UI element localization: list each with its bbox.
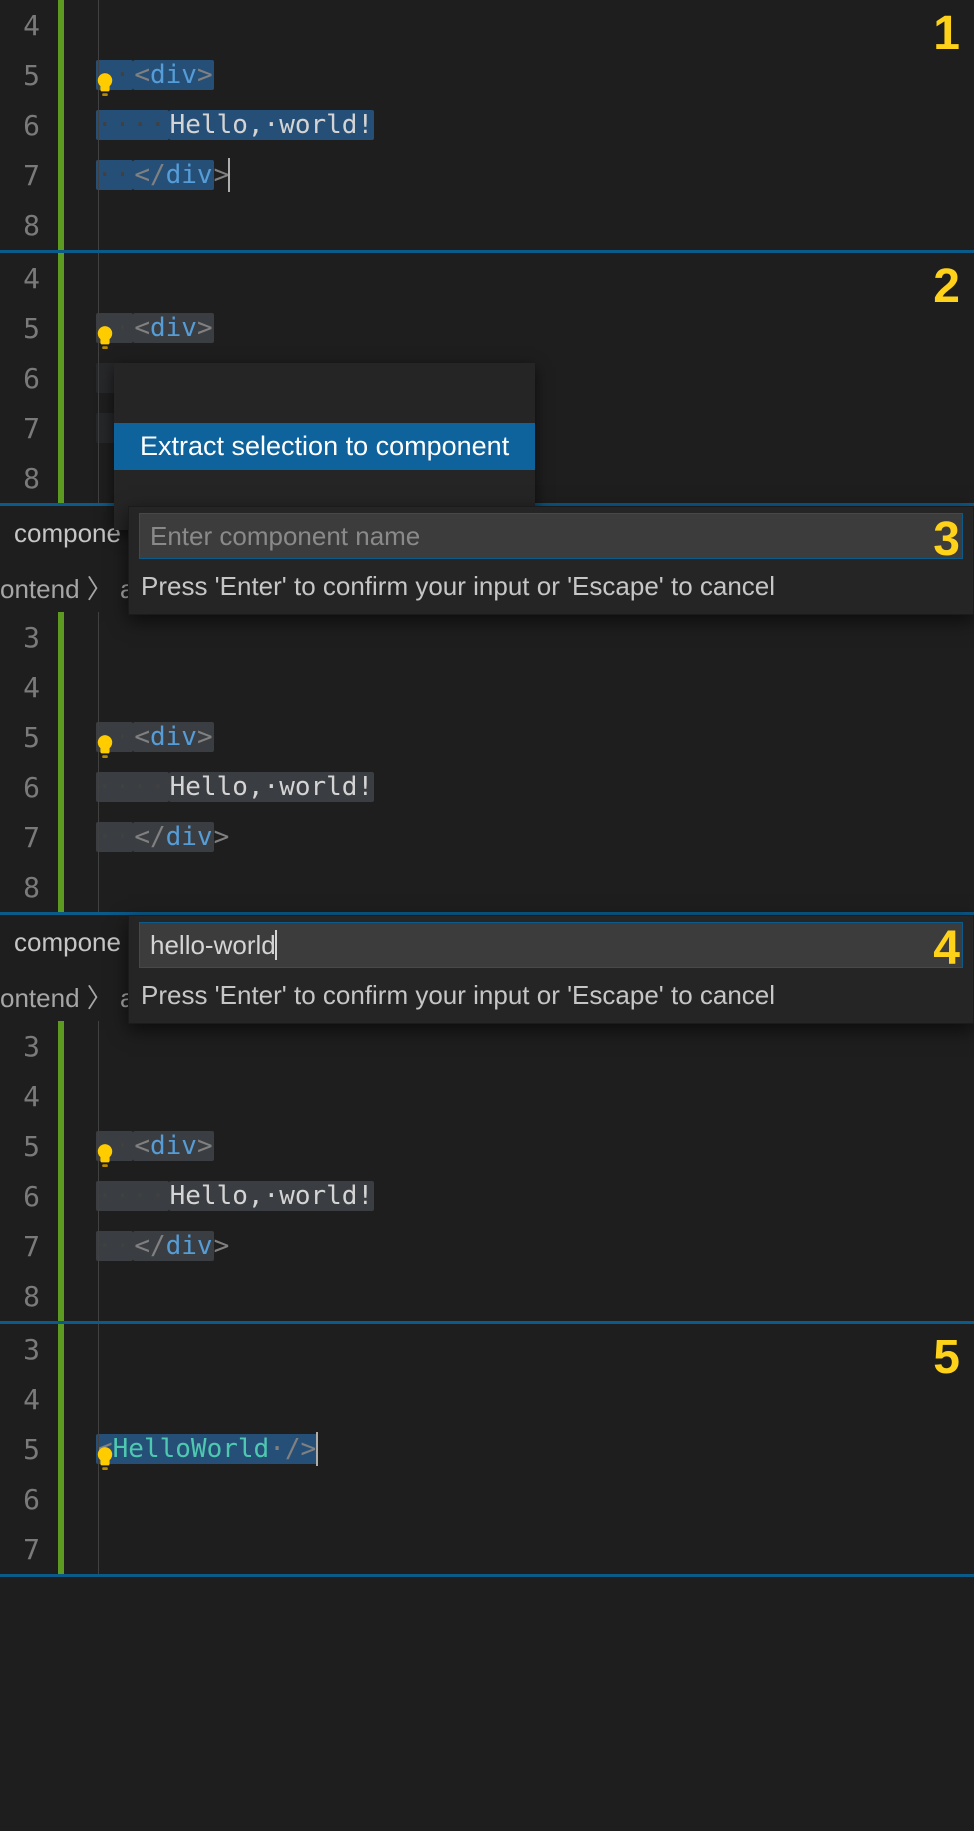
line-number: 3 xyxy=(0,1333,48,1366)
modified-indicator xyxy=(58,862,64,912)
line-number: 7 xyxy=(0,1230,48,1263)
line-number: 4 xyxy=(0,9,48,42)
modified-indicator xyxy=(58,812,64,862)
code-editor[interactable]: 3 4 5 6 7 8 ··<div> ····Hello,·world! ··… xyxy=(0,612,974,912)
modified-indicator xyxy=(58,403,64,453)
command-input-popup: hello-world Press 'Enter' to confirm you… xyxy=(128,915,974,1024)
code-area[interactable]: ··<div> ····Hello,·world! ··</div> xyxy=(96,0,974,250)
modified-indicator xyxy=(58,1374,64,1424)
code-action-menu: Extract selection to component xyxy=(114,363,535,530)
code-area[interactable]: <HelloWorld·/> xyxy=(96,1324,974,1574)
line-number: 6 xyxy=(0,1180,48,1213)
gutter: 3 4 5 6 7 8 xyxy=(0,612,96,912)
text-cursor xyxy=(228,158,230,192)
modified-indicator xyxy=(58,1021,64,1071)
line-number: 6 xyxy=(0,771,48,804)
step-number: 3 xyxy=(933,512,960,567)
line-number: 4 xyxy=(0,671,48,704)
step-1-panel: 1 4 5 6 7 8 ··<div> ····Hello,·world! ··… xyxy=(0,0,974,253)
modified-indicator xyxy=(58,612,64,662)
modified-indicator xyxy=(58,762,64,812)
line-number: 5 xyxy=(0,721,48,754)
lightbulb-icon[interactable] xyxy=(94,11,116,39)
modified-indicator xyxy=(58,150,64,200)
extract-to-component-action[interactable]: Extract selection to component xyxy=(114,423,535,470)
line-number: 7 xyxy=(0,1533,48,1566)
modified-indicator xyxy=(58,1324,64,1374)
command-input-popup: Enter component name Press 'Enter' to co… xyxy=(128,506,974,615)
step-number: 2 xyxy=(933,259,960,314)
step-number: 1 xyxy=(933,6,960,61)
modified-indicator xyxy=(58,200,64,250)
code-area[interactable]: ··<div> ···· Extract selection to compon… xyxy=(96,253,974,503)
code-area[interactable]: ··<div> ····Hello,·world! ··</div> xyxy=(96,1021,974,1321)
component-name-input[interactable]: hello-world xyxy=(139,922,963,968)
line-number: 5 xyxy=(0,1433,48,1466)
line-number: 8 xyxy=(0,1280,48,1313)
text-cursor xyxy=(275,930,277,960)
lightbulb-icon[interactable] xyxy=(94,1082,116,1110)
gutter: 4 5 6 7 8 xyxy=(0,0,96,250)
input-hint: Press 'Enter' to confirm your input or '… xyxy=(129,974,973,1023)
modified-indicator xyxy=(58,0,64,50)
code-editor[interactable]: 3 4 5 6 7 8 ··<div> ····Hello,·world! ··… xyxy=(0,1021,974,1321)
line-number: 7 xyxy=(0,159,48,192)
modified-indicator xyxy=(58,1524,64,1574)
input-hint: Press 'Enter' to confirm your input or '… xyxy=(129,565,973,614)
gutter: 3 4 5 6 7 xyxy=(0,1324,96,1574)
line-number: 3 xyxy=(0,1030,48,1063)
lightbulb-icon[interactable] xyxy=(94,264,116,292)
modified-indicator xyxy=(58,353,64,403)
gutter: 3 4 5 6 7 8 xyxy=(0,1021,96,1321)
lightbulb-icon[interactable] xyxy=(94,1385,116,1413)
modified-indicator xyxy=(58,1121,64,1171)
line-number: 5 xyxy=(0,59,48,92)
line-number: 4 xyxy=(0,262,48,295)
line-number: 6 xyxy=(0,362,48,395)
editor-tab[interactable]: compone xyxy=(0,915,136,971)
line-number: 4 xyxy=(0,1080,48,1113)
modified-indicator xyxy=(58,303,64,353)
modified-indicator xyxy=(58,1271,64,1321)
lightbulb-icon[interactable] xyxy=(94,673,116,701)
modified-indicator xyxy=(58,662,64,712)
step-3-panel: 3 compone ontend 〉 a Enter component nam… xyxy=(0,506,974,915)
line-number: 8 xyxy=(0,209,48,242)
step-5-panel: 5 3 4 5 6 7 <HelloWorld·/> xyxy=(0,1324,974,1577)
modified-indicator xyxy=(58,1424,64,1474)
modified-indicator xyxy=(58,1171,64,1221)
line-number: 6 xyxy=(0,1483,48,1516)
line-number: 7 xyxy=(0,821,48,854)
line-number: 8 xyxy=(0,871,48,904)
step-number: 4 xyxy=(933,921,960,976)
component-name-input[interactable]: Enter component name xyxy=(139,513,963,559)
line-number: 5 xyxy=(0,1130,48,1163)
text-cursor xyxy=(316,1432,318,1466)
step-number: 5 xyxy=(933,1330,960,1385)
step-2-panel: 2 4 5 6 7 8 ··<div> ···· Extract selecti… xyxy=(0,253,974,506)
line-number: 3 xyxy=(0,621,48,654)
line-number: 7 xyxy=(0,412,48,445)
modified-indicator xyxy=(58,453,64,503)
code-editor[interactable]: 3 4 5 6 7 <HelloWorld·/> xyxy=(0,1324,974,1574)
line-number: 5 xyxy=(0,312,48,345)
code-editor[interactable]: 4 5 6 7 8 ··<div> ····Hello,·world! ··</… xyxy=(0,0,974,250)
modified-indicator xyxy=(58,1071,64,1121)
code-editor[interactable]: 4 5 6 7 8 ··<div> ···· Extract selection… xyxy=(0,253,974,503)
gutter: 4 5 6 7 8 xyxy=(0,253,96,503)
step-4-panel: 4 compone ontend 〉 a hello-world Press '… xyxy=(0,915,974,1324)
modified-indicator xyxy=(58,100,64,150)
modified-indicator xyxy=(58,1474,64,1524)
modified-indicator xyxy=(58,253,64,303)
modified-indicator xyxy=(58,1221,64,1271)
line-number: 6 xyxy=(0,109,48,142)
line-number: 4 xyxy=(0,1383,48,1416)
modified-indicator xyxy=(58,712,64,762)
modified-indicator xyxy=(58,50,64,100)
code-area[interactable]: ··<div> ····Hello,·world! ··</div> xyxy=(96,612,974,912)
line-number: 8 xyxy=(0,462,48,495)
